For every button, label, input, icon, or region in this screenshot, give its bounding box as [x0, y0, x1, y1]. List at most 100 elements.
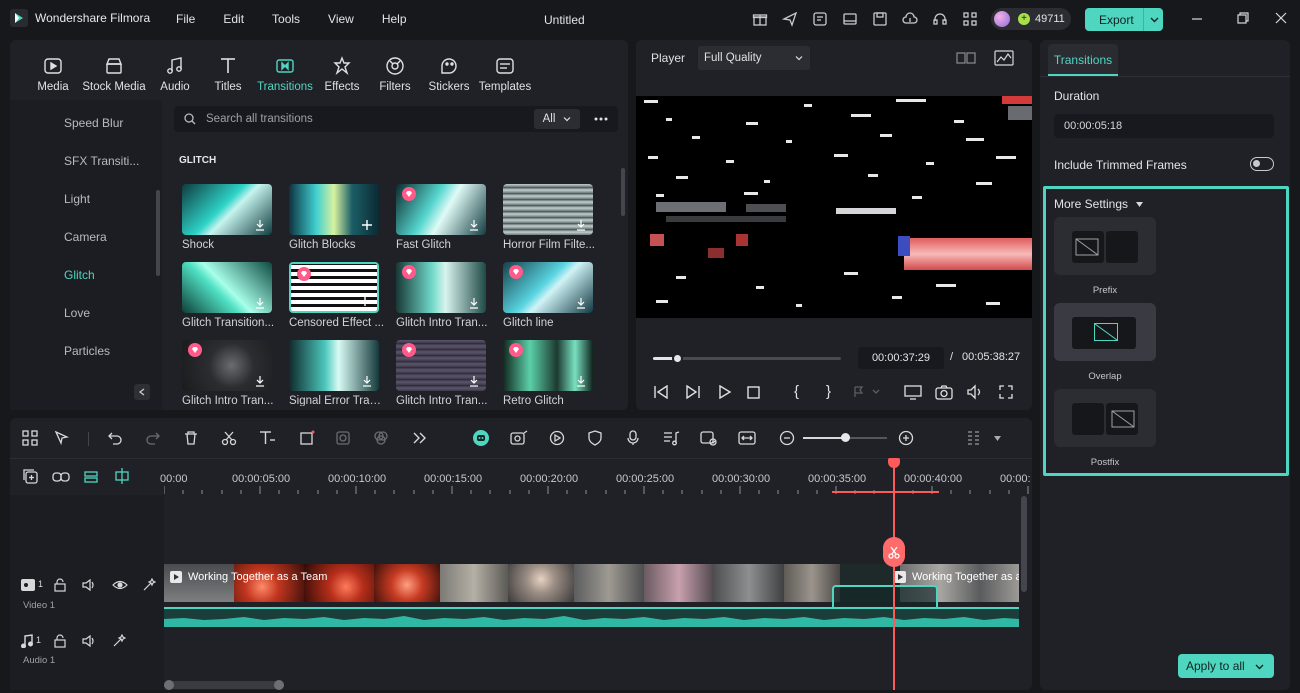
stop-icon[interactable] [747, 386, 760, 399]
more-options-icon[interactable] [594, 117, 608, 121]
menu-view[interactable]: View [328, 12, 354, 26]
undo-icon[interactable] [105, 428, 125, 448]
auto-reframe-icon[interactable] [509, 428, 529, 448]
select-tool-icon[interactable] [52, 428, 72, 448]
headset-icon[interactable] [930, 9, 950, 29]
collapse-sidebar-icon[interactable] [134, 384, 150, 400]
playhead[interactable] [893, 458, 895, 690]
tab-templates[interactable]: Templates [476, 54, 534, 93]
tab-effects[interactable]: Effects [316, 54, 368, 93]
marker-icon[interactable] [853, 386, 881, 398]
next-frame-icon[interactable] [685, 385, 701, 399]
transition-thumb-glitch-intro-3[interactable] [396, 340, 486, 391]
play-icon[interactable] [718, 385, 732, 399]
transition-thumb-glitch-blocks[interactable] [289, 184, 379, 235]
eye-icon[interactable] [112, 578, 128, 592]
category-camera[interactable]: Camera [64, 230, 107, 244]
lock-icon[interactable] [53, 634, 67, 648]
menu-tools[interactable]: Tools [272, 12, 300, 26]
category-light[interactable]: Light [64, 192, 90, 206]
tab-stickers[interactable]: Stickers [422, 54, 476, 93]
mark-in-icon[interactable]: { [794, 383, 799, 400]
color-icon[interactable] [371, 428, 391, 448]
filter-select[interactable]: All [534, 109, 580, 129]
snap-icon[interactable] [113, 467, 131, 485]
transition-thumb-fast-glitch[interactable] [396, 184, 486, 235]
progress-handle[interactable] [672, 353, 683, 364]
speaker-icon[interactable] [82, 578, 96, 592]
playback-progress[interactable] [653, 353, 841, 364]
zoom-slider[interactable] [803, 433, 887, 442]
fullscreen-icon[interactable] [998, 384, 1014, 400]
restore-icon[interactable] [1236, 11, 1250, 25]
duration-input[interactable]: 00:00:05:18 [1054, 114, 1274, 138]
speed-icon[interactable] [333, 428, 353, 448]
grid-scrollbar[interactable] [621, 168, 625, 216]
snapshot-icon[interactable] [935, 384, 953, 400]
category-particles[interactable]: Particles [64, 344, 110, 358]
transition-thumb-horror-film[interactable] [503, 184, 593, 235]
hscroll-handle-left[interactable] [164, 680, 174, 690]
more-tools-icon[interactable] [409, 428, 429, 448]
quality-select[interactable]: Full Quality [698, 46, 810, 70]
tab-stock-media[interactable]: Stock Media [80, 54, 148, 93]
current-time[interactable]: 00:00:37:29 [858, 347, 944, 369]
audio-mix-icon[interactable] [661, 428, 681, 448]
video-preview[interactable] [636, 96, 1032, 318]
hscroll-handle-right[interactable] [274, 680, 284, 690]
report-icon[interactable] [810, 9, 830, 29]
prev-frame-icon[interactable] [653, 385, 669, 399]
transition-thumb-glitch-transition[interactable] [182, 262, 272, 313]
track-options-icon[interactable] [964, 428, 984, 448]
position-postfix[interactable] [1054, 389, 1156, 447]
layout-grid-icon[interactable] [20, 428, 40, 448]
transition-thumb-censored-effect[interactable] [289, 262, 379, 313]
fit-width-icon[interactable] [737, 428, 757, 448]
mark-out-icon[interactable]: } [826, 383, 831, 400]
tab-audio[interactable]: Audio [148, 54, 202, 93]
ai-magic-icon[interactable] [142, 578, 156, 592]
compare-view-icon[interactable] [956, 51, 976, 65]
zoom-out-icon[interactable] [777, 428, 797, 448]
minimize-icon[interactable] [1190, 11, 1204, 25]
menu-help[interactable]: Help [382, 12, 407, 26]
transition-thumb-glitch-intro-1[interactable] [396, 262, 486, 313]
delete-icon[interactable] [181, 428, 201, 448]
timeline-vscroll[interactable] [1021, 496, 1027, 592]
crop-icon[interactable] [297, 428, 317, 448]
render-preview-icon[interactable] [547, 428, 567, 448]
category-glitch[interactable]: Glitch [64, 268, 95, 282]
redo-icon[interactable] [143, 428, 163, 448]
transition-thumb-glitch-intro-2[interactable] [182, 340, 272, 391]
split-icon[interactable] [219, 428, 239, 448]
scene-detect-icon[interactable] [699, 428, 719, 448]
category-speed-blur[interactable]: Speed Blur [64, 116, 123, 130]
chevron-down-icon[interactable] [1255, 662, 1264, 671]
category-love[interactable]: Love [64, 306, 90, 320]
scissors-icon[interactable] [883, 537, 905, 567]
tab-titles[interactable]: Titles [202, 54, 254, 93]
search-input[interactable]: Search all transitions [206, 113, 534, 125]
lock-icon[interactable] [53, 578, 67, 592]
chevron-down-icon[interactable] [1150, 15, 1159, 24]
transition-thumb-retro-glitch[interactable] [503, 340, 593, 391]
ai-copilot-icon[interactable] [471, 428, 491, 448]
category-scrollbar[interactable] [156, 190, 160, 276]
zoom-handle[interactable] [841, 433, 850, 442]
timeline-ruler[interactable] [164, 458, 1032, 494]
cloud-upload-icon[interactable] [900, 9, 920, 29]
speaker-icon[interactable] [82, 634, 96, 648]
shield-icon[interactable] [585, 428, 605, 448]
position-prefix[interactable] [1054, 217, 1156, 275]
link-icon[interactable] [52, 469, 70, 485]
tab-transitions-properties[interactable]: Transitions [1048, 44, 1118, 76]
zoom-in-icon[interactable] [896, 428, 916, 448]
menu-file[interactable]: File [176, 12, 195, 26]
add-track-icon[interactable] [23, 469, 39, 485]
tab-media[interactable]: Media [26, 54, 80, 93]
transition-thumb-signal-error[interactable] [289, 340, 379, 391]
timeline-hscroll[interactable] [164, 680, 284, 690]
gift-icon[interactable] [750, 9, 770, 29]
text-tool-icon[interactable] [257, 428, 277, 448]
ai-magic-icon[interactable] [112, 634, 126, 648]
